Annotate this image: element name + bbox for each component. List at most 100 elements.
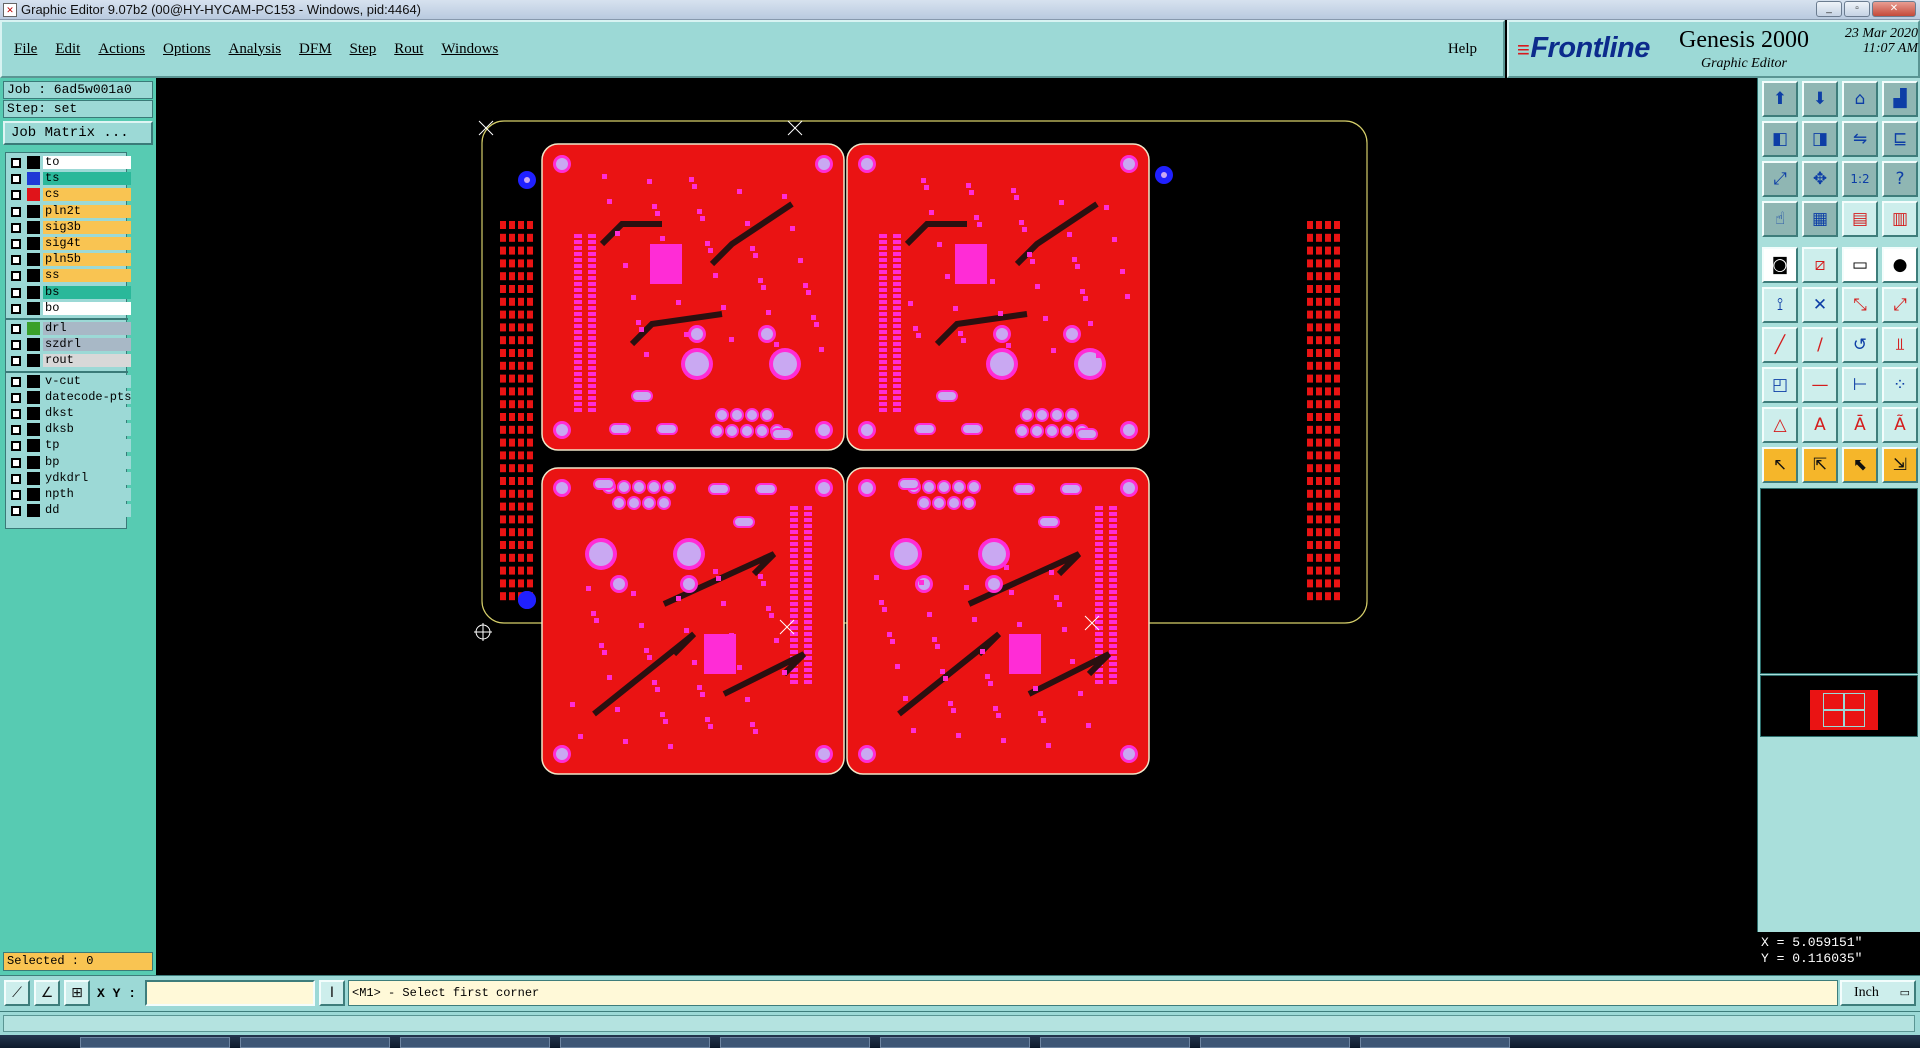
zoom-right-icon[interactable]: ◨ xyxy=(1802,121,1838,157)
layer-checkbox[interactable] xyxy=(11,324,21,334)
layer-row[interactable]: tp xyxy=(8,438,131,453)
menu-options[interactable]: Options xyxy=(163,41,211,58)
layer-row[interactable]: bs xyxy=(8,285,131,300)
layer-row[interactable]: dd xyxy=(8,503,131,518)
menu-step[interactable]: Step xyxy=(350,41,377,58)
layer-checkbox[interactable] xyxy=(11,392,21,403)
minimize-button[interactable]: _ xyxy=(1816,1,1842,17)
taskbar-item[interactable] xyxy=(400,1037,550,1048)
taskbar-item[interactable] xyxy=(880,1037,1030,1048)
layer-checkbox[interactable] xyxy=(11,473,21,484)
help-icon[interactable]: ? xyxy=(1882,161,1918,197)
units-select[interactable]: Inch ▭ xyxy=(1840,980,1916,1006)
overview-map[interactable] xyxy=(1760,675,1918,737)
fork-icon[interactable]: ⫫ xyxy=(1882,327,1918,363)
save-step-icon[interactable]: ⬇ xyxy=(1802,81,1838,117)
menu-edit[interactable]: Edit xyxy=(55,41,80,58)
cross-node-icon[interactable]: ✕ xyxy=(1802,287,1838,323)
pads-icon[interactable]: ⁘ xyxy=(1882,367,1918,403)
line-node-icon[interactable]: ⤡ xyxy=(1842,287,1878,323)
home-icon[interactable]: ⌂ xyxy=(1842,81,1878,117)
square-node-icon[interactable]: ◰ xyxy=(1762,367,1798,403)
taskbar-item[interactable] xyxy=(1040,1037,1190,1048)
menu-rout[interactable]: Rout xyxy=(394,41,423,58)
zoom-left-icon[interactable]: ◧ xyxy=(1762,121,1798,157)
arc-icon[interactable]: ↺ xyxy=(1842,327,1878,363)
layer-checkbox[interactable] xyxy=(11,376,21,387)
layer-row[interactable]: sig3b xyxy=(8,220,131,235)
layer-checkbox[interactable] xyxy=(11,457,21,468)
select-circle-icon[interactable]: ⬉ xyxy=(1842,447,1878,483)
select-arrow-icon[interactable]: ↖ xyxy=(1762,447,1798,483)
snap-icon[interactable]: ⊑ xyxy=(1882,121,1918,157)
menu-file[interactable]: File xyxy=(14,41,37,58)
taskbar-item[interactable] xyxy=(720,1037,870,1048)
measure-icon[interactable]: ⊢ xyxy=(1842,367,1878,403)
menu-actions[interactable]: Actions xyxy=(98,41,145,58)
layer-row[interactable]: cs xyxy=(8,187,131,202)
layer-row[interactable]: v-cut xyxy=(8,374,131,389)
layer-checkbox[interactable] xyxy=(11,190,21,201)
text-a-icon[interactable]: A xyxy=(1802,407,1838,443)
layer-checkbox[interactable] xyxy=(11,490,21,500)
grid-mode-icon[interactable]: ⊞ xyxy=(64,980,90,1006)
slash-icon[interactable]: / xyxy=(1802,327,1838,363)
ruler-icon[interactable]: ▭ xyxy=(1842,247,1878,283)
layer-row[interactable]: npth xyxy=(8,487,131,502)
menu-dfm[interactable]: DFM xyxy=(299,41,332,58)
select-route-icon[interactable]: ⇲ xyxy=(1882,447,1918,483)
triangle-icon[interactable]: △ xyxy=(1762,407,1798,443)
layer-row[interactable]: to xyxy=(8,155,131,170)
layer-checkbox[interactable] xyxy=(11,239,21,249)
layer-row[interactable]: pln2t xyxy=(8,204,131,219)
select-box-icon[interactable]: ⇱ xyxy=(1802,447,1838,483)
taskbar-item[interactable] xyxy=(1360,1037,1510,1048)
mirror-icon[interactable]: ⇋ xyxy=(1842,121,1878,157)
graphic-canvas[interactable] xyxy=(157,78,1757,975)
scale-1-2-icon[interactable]: 1:2 xyxy=(1842,161,1878,197)
window-split-icon[interactable]: ▟ xyxy=(1882,81,1918,117)
layer-row[interactable]: drl xyxy=(8,321,131,336)
menu-windows[interactable]: Windows xyxy=(441,41,498,58)
layer-checkbox[interactable] xyxy=(11,222,21,233)
circle-fill-icon[interactable]: ● xyxy=(1882,247,1918,283)
connect-nodes-icon[interactable]: ⟟ xyxy=(1762,287,1798,323)
layer-checkbox[interactable] xyxy=(11,441,21,452)
taskbar-item[interactable] xyxy=(240,1037,390,1048)
net-icon[interactable]: ▥ xyxy=(1882,201,1918,237)
layer-row[interactable]: pln5b xyxy=(8,252,131,267)
layer-checkbox[interactable] xyxy=(11,340,21,351)
panel-drawing[interactable] xyxy=(157,78,1757,975)
pan-icon[interactable]: ☝ xyxy=(1762,201,1798,237)
layer-checkbox[interactable] xyxy=(11,409,21,419)
layer-row[interactable]: ydkdrl xyxy=(8,471,131,486)
layer-row[interactable]: dksb xyxy=(8,422,131,437)
measure-mode-icon[interactable]: ∠ xyxy=(34,980,60,1006)
layer-row[interactable]: rout xyxy=(8,353,131,368)
layer-row[interactable]: szdrl xyxy=(8,337,131,352)
snap-mode-icon[interactable]: ⟋ xyxy=(4,980,30,1006)
move-node-icon[interactable]: ⤢ xyxy=(1882,287,1918,323)
layer-row[interactable]: datecode-pts xyxy=(8,390,131,405)
line-draw-icon[interactable]: ⧄ xyxy=(1802,247,1838,283)
menu-analysis[interactable]: Analysis xyxy=(229,41,282,58)
taskbar-item[interactable] xyxy=(1200,1037,1350,1048)
layer-checkbox[interactable] xyxy=(11,271,21,282)
a-bar-icon[interactable]: Ā xyxy=(1842,407,1878,443)
layers-red-icon[interactable]: ▤ xyxy=(1842,201,1878,237)
layer-checkbox[interactable] xyxy=(11,174,21,185)
maximize-button[interactable]: ▫ xyxy=(1844,1,1870,17)
taskbar-item[interactable] xyxy=(560,1037,710,1048)
layer-row[interactable]: ss xyxy=(8,268,131,283)
layer-checkbox[interactable] xyxy=(11,356,21,367)
taskbar-item[interactable] xyxy=(80,1037,230,1048)
xy-input[interactable] xyxy=(145,980,315,1006)
add-line-icon[interactable]: ╱ xyxy=(1762,327,1798,363)
job-matrix-button[interactable]: Job Matrix ... xyxy=(3,121,153,145)
layer-checkbox[interactable] xyxy=(11,255,21,266)
layer-row[interactable]: bo xyxy=(8,301,131,316)
layer-row[interactable]: sig4t xyxy=(8,236,131,251)
zoom-home-icon[interactable]: ✥ xyxy=(1802,161,1838,197)
layer-row[interactable]: ts xyxy=(8,171,131,186)
close-button[interactable]: ✕ xyxy=(1872,1,1916,17)
